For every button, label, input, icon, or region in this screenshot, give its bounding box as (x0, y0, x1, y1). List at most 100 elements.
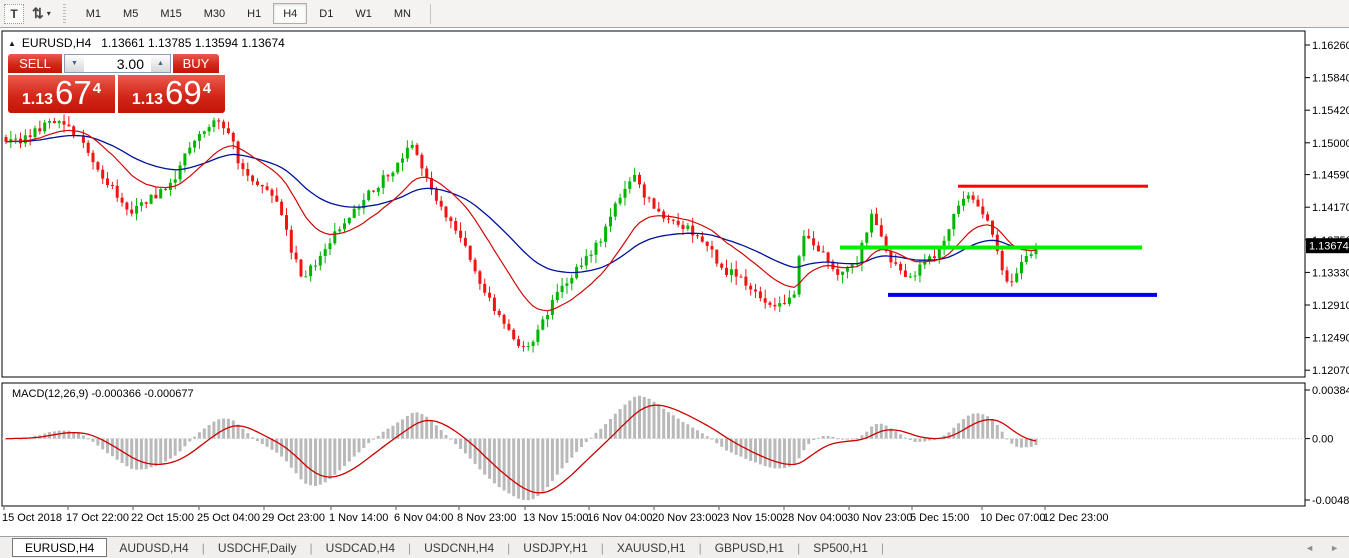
sell-button[interactable]: SELL (8, 54, 62, 73)
candle-body (468, 245, 472, 260)
macd-bar (420, 413, 424, 439)
candle-body (188, 147, 192, 154)
toolbar-separator (429, 3, 431, 24)
macd-bar (1024, 438, 1028, 448)
candle-body (333, 231, 337, 244)
timeframe-button-h1[interactable]: H1 (237, 3, 271, 24)
macd-bar (459, 438, 463, 449)
macd-bar (386, 428, 390, 439)
candle-body (821, 251, 825, 253)
sell-price-display[interactable]: 1.13 67 4 (8, 75, 115, 113)
candle-body (1015, 273, 1019, 282)
macd-bar (251, 437, 255, 439)
cycle-timeframes-button[interactable]: ⇅ ▾ (32, 5, 51, 22)
candle-body (604, 226, 608, 242)
tab-usdcad-h4[interactable]: USDCAD,H4 (314, 538, 407, 557)
candle-body (613, 203, 617, 217)
candle-body (91, 152, 95, 163)
macd-bar (197, 432, 201, 439)
candle-body (609, 216, 612, 227)
timeframe-button-m30[interactable]: M30 (194, 3, 235, 24)
candle-body (700, 236, 704, 242)
volume-decrease-button[interactable]: ▼ (64, 54, 84, 73)
tab-scroll-left-icon[interactable]: ◄ (1305, 543, 1314, 553)
panel-collapse-icon[interactable]: ▲ (8, 39, 16, 48)
price-axis[interactable]: 1.16260 1.15840 1.15420 1.15000 1.14590 1.141… (1305, 40, 1349, 377)
candle-body (217, 120, 221, 122)
candle-body (410, 144, 414, 148)
macd-bar (135, 438, 139, 470)
macd-bar (473, 438, 477, 464)
time-tick-label: 30 Nov 23:00 (847, 512, 912, 524)
macd-bar (792, 438, 796, 465)
toolbar-drag-handle[interactable] (60, 3, 68, 24)
macd-bar (434, 425, 438, 439)
tab-usdcnh-h4[interactable]: USDCNH,H4 (412, 538, 506, 557)
volume-increase-button[interactable]: ▲ (151, 54, 171, 73)
macd-bar (1005, 438, 1009, 440)
tab-sp500-h1[interactable]: SP500,H1 (801, 538, 880, 557)
candle-body (304, 276, 308, 278)
time-tick-label: 29 Oct 23:00 (262, 512, 325, 524)
price-tick-label: 1.15420 (1312, 105, 1349, 117)
horizontal-trendline-2[interactable] (888, 292, 1157, 297)
sell-price-pip: 4 (92, 80, 102, 97)
macd-plot-border (1, 382, 1306, 507)
macd-bar (463, 438, 467, 454)
buy-price-display[interactable]: 1.13 69 4 (118, 75, 225, 113)
candle-body (565, 283, 569, 286)
horizontal-trendline-1[interactable] (840, 245, 1142, 250)
macd-bar (546, 438, 550, 488)
one-click-trading-panel: SELL ▼ ▲ BUY 1.13 67 4 1.13 69 4 (8, 54, 225, 113)
candle-body (865, 232, 869, 243)
price-tick-label: 1.14590 (1312, 170, 1349, 182)
macd-bar (381, 431, 385, 439)
tab-separator: | (408, 540, 412, 555)
timeframe-button-m15[interactable]: M15 (150, 3, 191, 24)
tab-separator: | (201, 540, 205, 555)
candle-body (381, 175, 385, 188)
current-price-tag: 1.13674 (1306, 238, 1349, 254)
candle-body (541, 319, 545, 330)
candle-body (962, 198, 965, 206)
text-label-tool-icon[interactable]: T (4, 3, 24, 24)
macd-bar (521, 438, 525, 500)
buy-button[interactable]: BUY (173, 54, 219, 73)
volume-input[interactable] (84, 54, 151, 73)
horizontal-trendline-0[interactable] (958, 184, 1148, 188)
candle-body (159, 189, 163, 199)
timeframe-button-d1[interactable]: D1 (309, 3, 343, 24)
candle-body (231, 133, 235, 142)
candle-body (33, 128, 37, 137)
candle-body (816, 245, 820, 252)
tab-audusd-h4[interactable]: AUDUSD,H4 (107, 538, 200, 557)
tab-xauusd-h1[interactable]: XAUUSD,H1 (605, 538, 698, 557)
macd-axis[interactable]: 0.003847 0.00 -0.004856 (1305, 385, 1349, 507)
timeframe-button-m1[interactable]: M1 (76, 3, 111, 24)
candle-body (454, 221, 458, 231)
macd-bar (188, 438, 192, 442)
candle-body (899, 263, 903, 271)
time-axis[interactable]: 15 Oct 2018 17 Oct 22:00 22 Oct 15:00 25 Oc… (2, 507, 1108, 524)
timeframe-button-m5[interactable]: M5 (113, 3, 148, 24)
macd-bar (604, 424, 608, 439)
macd-bar (110, 438, 114, 457)
macd-bar (841, 438, 845, 440)
candle-body (478, 271, 482, 284)
tab-usdjpy-h1[interactable]: USDJPY,H1 (511, 538, 599, 557)
candle-body (222, 121, 226, 129)
candle-body (642, 184, 646, 198)
macd-bar (589, 437, 593, 439)
tab-usdchf-daily[interactable]: USDCHF,Daily (206, 538, 309, 557)
tab-gbpusd-h1[interactable]: GBPUSD,H1 (703, 538, 796, 557)
macd-bar (531, 438, 535, 500)
tab-eurusd-h4[interactable]: EURUSD,H4 (12, 538, 108, 557)
tab-scroll-right-icon[interactable]: ► (1330, 543, 1339, 553)
timeframe-button-h4[interactable]: H4 (273, 3, 308, 24)
candle-body (115, 185, 119, 198)
timeframe-button-w1[interactable]: W1 (345, 3, 382, 24)
timeframe-button-mn[interactable]: MN (384, 3, 421, 24)
macd-bar (454, 438, 458, 445)
current-price-text: 1.13674 (1309, 241, 1349, 253)
candle-body (933, 256, 936, 259)
